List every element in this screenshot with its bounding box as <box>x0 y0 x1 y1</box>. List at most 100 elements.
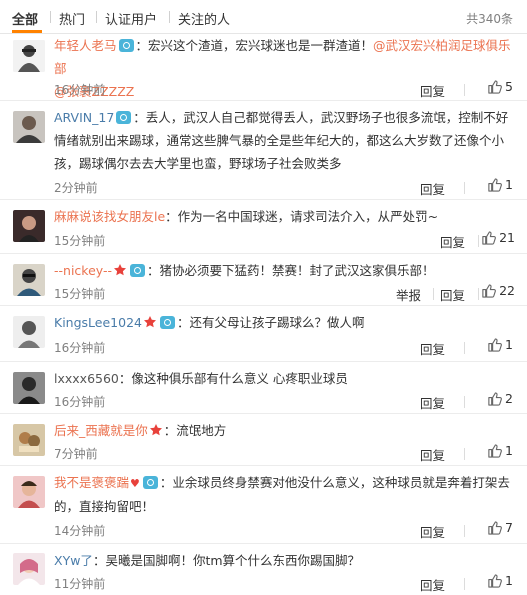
like-count: 1 <box>505 573 513 588</box>
comment-body: 我不是褒褒踹♥ ：业余球员终身禁赛对他没什么意义，这种球员就是奔着打架去的，直接拘… <box>54 471 513 518</box>
like-count: 5 <box>505 79 513 94</box>
avatar[interactable] <box>13 316 45 348</box>
comment-item: 麻麻说该找女朋友le：作为一名中国球迷，请求司法介入，从严处罚~ 15分钟前 回… <box>0 200 527 254</box>
reply-button[interactable]: 回复 <box>440 232 465 251</box>
like-count: 7 <box>505 520 513 535</box>
like-button[interactable]: 2 <box>487 391 513 406</box>
comment-time: 16分钟前 <box>54 395 106 409</box>
username-link[interactable]: 后来_西藏就是你 <box>54 423 148 438</box>
tab-divider <box>50 11 51 23</box>
username-link[interactable]: 麻麻说该找女朋友le <box>54 209 165 224</box>
comment-time: 14分钟前 <box>54 524 106 538</box>
action-divider <box>464 578 465 590</box>
avatar[interactable] <box>13 264 45 296</box>
like-button[interactable]: 22 <box>481 283 515 298</box>
comment-text: ：宏兴这个渣道，宏兴球迷也是一群渣道！ <box>135 38 374 53</box>
reply-button[interactable]: 回复 <box>420 179 445 198</box>
username-link[interactable]: XYw了 <box>54 553 93 568</box>
comment-body: 麻麻说该找女朋友le：作为一名中国球迷，请求司法介入，从严处罚~ <box>54 205 513 228</box>
thumbs-up-icon <box>488 392 502 406</box>
tab-verified[interactable]: 认证用户 <box>105 9 157 28</box>
comment-text: ：还有父母让孩子踢球么？做人啊 <box>176 315 365 330</box>
avatar[interactable] <box>13 210 45 242</box>
camera-badge-icon <box>118 39 134 52</box>
comment-text: ：吴曦是国脚啊！你tm算个什么东西你踢国脚？ <box>92 553 361 568</box>
comment-time: 16分钟前 <box>54 341 106 355</box>
like-count: 1 <box>505 443 513 458</box>
comment-tabbar: 全部 热门 认证用户 关注的人 共340条 <box>0 0 527 34</box>
tab-following[interactable]: 关注的人 <box>178 9 230 28</box>
username-link[interactable]: 我不是褒褒踹 <box>54 475 129 490</box>
comment-time: 2分钟前 <box>54 181 98 195</box>
camera-badge-icon <box>142 476 158 489</box>
like-button[interactable]: 1 <box>487 573 513 588</box>
avatar[interactable] <box>13 372 45 404</box>
camera-badge-icon <box>159 316 175 329</box>
star-badge-icon <box>143 316 156 328</box>
comment-body: XYw了：吴曦是国脚啊！你tm算个什么东西你踢国脚？ <box>54 549 513 572</box>
camera-badge-icon <box>129 264 145 277</box>
reply-button[interactable]: 回复 <box>420 445 445 464</box>
star-badge-icon <box>149 424 162 436</box>
username-link[interactable]: 年轻人老马 <box>54 38 117 53</box>
comment-item: ARVIN_17 ：丢人，武汉人自己都觉得丢人，武汉野场子也很多流氓，控制不好情绪… <box>0 101 527 200</box>
like-button[interactable]: 7 <box>487 520 513 535</box>
avatar[interactable] <box>13 111 45 143</box>
thumbs-up-icon <box>482 231 496 245</box>
comment-text: ：流氓地方 <box>163 423 227 438</box>
tab-hot[interactable]: 热门 <box>59 9 85 28</box>
reply-button[interactable]: 回复 <box>420 393 445 412</box>
action-divider <box>464 84 465 96</box>
username-link[interactable]: KingsLee1024 <box>54 315 142 330</box>
like-button[interactable]: 5 <box>487 79 513 94</box>
like-count: 1 <box>505 337 513 352</box>
like-button[interactable]: 1 <box>487 443 513 458</box>
action-divider <box>433 288 434 300</box>
comment-item: XYw了：吴曦是国脚啊！你tm算个什么东西你踢国脚？ 11分钟前 回复 1 <box>0 544 527 595</box>
like-count: 22 <box>499 283 515 298</box>
reply-button[interactable]: 回复 <box>420 81 445 100</box>
reply-button[interactable]: 回复 <box>440 285 465 304</box>
username-link[interactable]: ARVIN_17 <box>54 110 114 125</box>
comment-item: 后来_西藏就是你 ：流氓地方 7分钟前 回复 1 <box>0 414 527 466</box>
comment-item: 我不是褒褒踹♥ ：业余球员终身禁赛对他没什么意义，这种球员就是奔着打架去的，直接拘… <box>0 466 527 544</box>
comment-item: KingsLee1024 ：还有父母让孩子踢球么？做人啊 16分钟前 回复 1 <box>0 306 527 362</box>
thumbs-up-icon <box>488 444 502 458</box>
like-button[interactable]: 1 <box>487 177 513 192</box>
action-divider <box>478 288 479 300</box>
action-divider <box>464 342 465 354</box>
avatar[interactable] <box>13 40 45 72</box>
reply-button[interactable]: 回复 <box>420 522 445 541</box>
like-count: 1 <box>505 177 513 192</box>
action-divider <box>464 396 465 408</box>
comment-body: KingsLee1024 ：还有父母让孩子踢球么？做人啊 <box>54 311 513 334</box>
avatar[interactable] <box>13 424 45 456</box>
reply-button[interactable]: 回复 <box>420 339 445 358</box>
comment-body: lxxxx6560：像这种俱乐部有什么意义 心疼职业球员 <box>54 367 513 390</box>
comment-total: 共340条 <box>466 12 513 26</box>
comment-time: 15分钟前 <box>54 287 106 301</box>
action-divider <box>464 525 465 537</box>
like-button[interactable]: 21 <box>481 230 515 245</box>
username-link[interactable]: lxxxx6560 <box>54 371 119 386</box>
comment-item: 年轻人老马 ：宏兴这个渣道，宏兴球迷也是一群渣道！@武汉宏兴柏润足球俱乐部 @张裹Z… <box>0 34 527 101</box>
active-tab-indicator <box>12 30 42 33</box>
tab-all[interactable]: 全部 <box>12 9 38 28</box>
report-button[interactable]: 举报 <box>396 285 421 304</box>
thumbs-up-icon <box>488 80 502 94</box>
comment-body: 后来_西藏就是你 ：流氓地方 <box>54 419 513 442</box>
username-link[interactable]: --nickey-- <box>54 263 112 278</box>
star-badge-icon <box>113 264 126 276</box>
comment-time: 7分钟前 <box>54 447 98 461</box>
avatar[interactable] <box>13 476 45 508</box>
comment-text: ：作为一名中国球迷，请求司法介入，从严处罚~ <box>165 209 439 224</box>
avatar[interactable] <box>13 553 45 585</box>
action-divider <box>478 235 479 247</box>
reply-button[interactable]: 回复 <box>420 575 445 594</box>
comment-item: lxxxx6560：像这种俱乐部有什么意义 心疼职业球员 16分钟前 回复 2 <box>0 362 527 414</box>
comment-body: ARVIN_17 ：丢人，武汉人自己都觉得丢人，武汉野场子也很多流氓，控制不好情绪… <box>54 106 513 175</box>
action-divider <box>464 182 465 194</box>
thumbs-up-icon <box>482 284 496 298</box>
like-button[interactable]: 1 <box>487 337 513 352</box>
tab-divider <box>96 11 97 23</box>
